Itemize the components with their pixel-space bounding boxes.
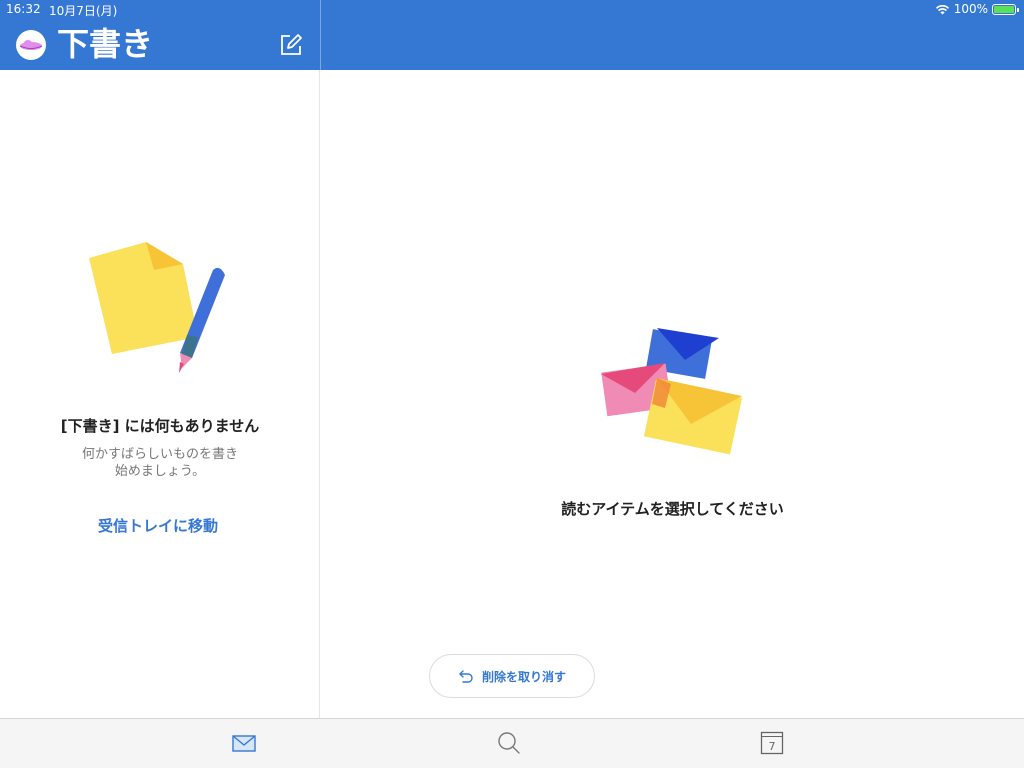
avatar-icon[interactable] <box>16 30 46 60</box>
empty-subtitle-line-2: 始めましょう。 <box>114 464 206 479</box>
envelopes-illustration <box>601 328 743 455</box>
bottom-tab-bar: 7 <box>0 718 1024 768</box>
battery-percent: 100% <box>953 2 988 16</box>
undo-icon <box>459 670 473 683</box>
mail-icon <box>232 735 256 752</box>
status-date: 10月7日(月) <box>49 4 118 18</box>
undo-delete-button[interactable]: 削除を取り消す <box>429 654 595 698</box>
search-icon <box>498 732 520 754</box>
reading-pane: 読むアイテムを選択してください 削除を取り消す <box>321 70 1024 718</box>
tab-mail[interactable] <box>231 730 257 756</box>
undo-delete-label: 削除を取り消す <box>481 669 566 684</box>
empty-folder-title: [下書き] には何もありません <box>60 417 260 435</box>
compose-icon <box>281 34 302 55</box>
page-title: 下書き <box>57 25 154 63</box>
draft-pencil-illustration <box>89 242 225 373</box>
app-header: 16:32 10月7日(月) 100% 下書き <box>0 0 1024 70</box>
calendar-icon: 7 <box>760 731 784 755</box>
tab-calendar[interactable]: 7 <box>759 730 785 756</box>
calendar-day: 7 <box>769 740 776 753</box>
header-divider <box>320 0 321 70</box>
select-item-message: 読むアイテムを選択してください <box>561 500 784 518</box>
empty-folder-subtitle: 何かすばらしいものを書き 始めましょう。 <box>70 446 250 480</box>
tab-search[interactable] <box>496 730 522 756</box>
compose-button[interactable] <box>278 32 304 58</box>
folder-pane: [下書き] には何もありません 何かすばらしいものを書き 始めましょう。 受信ト… <box>0 70 320 718</box>
battery-icon <box>992 3 1019 15</box>
wifi-icon <box>935 4 949 14</box>
status-indicators: 100% <box>935 2 1019 16</box>
empty-subtitle-line-1: 何かすばらしいものを書き <box>81 447 238 462</box>
status-time: 16:32 <box>6 2 41 16</box>
go-to-inbox-link[interactable]: 受信トレイに移動 <box>0 515 316 536</box>
